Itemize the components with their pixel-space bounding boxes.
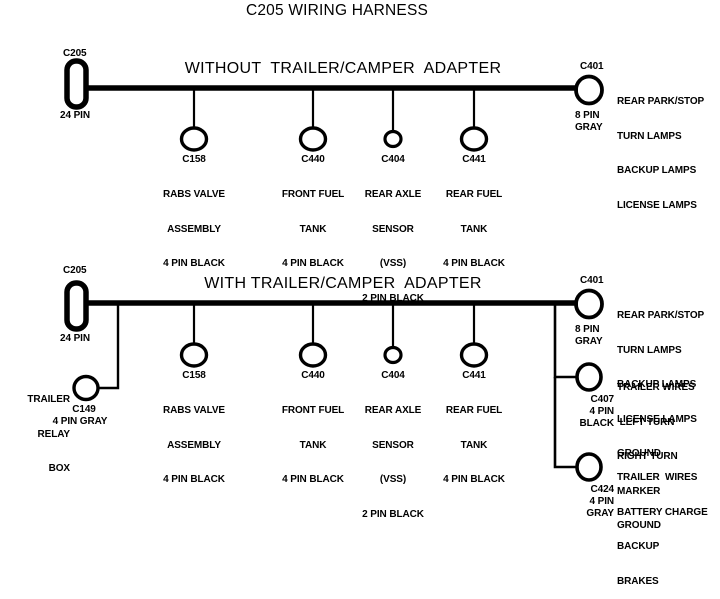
connector-c407-id: C407 <box>590 394 614 405</box>
connector-c404-top-desc-line-1: REAR AXLE <box>364 189 422 200</box>
section-heading-without-adapter: WITHOUT TRAILER/CAMPER ADAPTER <box>184 60 502 77</box>
connector-c441-bottom-id: C441 <box>462 370 486 381</box>
connector-c401-bottom-circle <box>574 288 604 320</box>
connector-c404-bottom-desc-line-4: 2 PIN BLACK <box>362 508 424 520</box>
branch-line-c424 <box>553 377 577 469</box>
connector-c158-bottom-desc-line-3: 4 PIN BLACK <box>163 474 225 485</box>
connector-c440-top-id: C440 <box>301 154 325 165</box>
connector-c441-top-desc-line-1: REAR FUEL <box>445 189 503 200</box>
connector-c158-top-desc: RABS VALVE ASSEMBLY 4 PIN BLACK <box>163 166 225 281</box>
connector-c401-top-functions: REAR PARK/STOP TURN LAMPS BACKUP LAMPS L… <box>617 73 704 223</box>
connector-c440-top-desc-line-1: FRONT FUEL <box>281 189 345 200</box>
connector-c401-bottom-pins: 8 PIN <box>575 324 600 335</box>
connector-c149-spec: 4 PIN GRAY <box>52 416 108 427</box>
connector-c440-bottom-desc-line-1: FRONT FUEL <box>281 405 345 416</box>
connector-c441-bottom-circle <box>459 342 489 368</box>
connector-c404-bottom-desc: REAR AXLE SENSOR (VSS) 2 PIN BLACK <box>362 382 424 532</box>
connector-c440-top-circle <box>298 126 328 152</box>
connector-c440-bottom-desc: FRONT FUEL TANK 4 PIN BLACK <box>282 382 344 497</box>
connector-c401-top-function-4: LICENSE LAMPS <box>617 199 697 211</box>
connector-c441-bottom-desc: REAR FUEL TANK 4 PIN BLACK <box>443 382 505 497</box>
connector-c424-function-4: BRAKES <box>617 575 659 587</box>
connector-c440-bottom-desc-line-3: 4 PIN BLACK <box>282 474 344 485</box>
connector-c158-bottom-circle <box>179 342 209 368</box>
connector-c404-top-desc-line-4: 2 PIN BLACK <box>362 292 424 304</box>
connector-c441-bottom-desc-line-2: TANK <box>460 439 488 451</box>
connector-c401-top-function-1: REAR PARK/STOP <box>617 96 705 107</box>
connector-c440-top-desc: FRONT FUEL TANK 4 PIN BLACK <box>282 166 344 281</box>
connector-c441-bottom-desc-line-1: REAR FUEL <box>445 405 503 416</box>
connector-c404-bottom-desc-line-1: REAR AXLE <box>364 405 422 416</box>
trailer-relay-box-label: TRAILER RELAY BOX <box>27 371 70 486</box>
connector-c440-top-desc-line-3: 4 PIN BLACK <box>282 258 344 269</box>
connector-c158-bottom-desc: RABS VALVE ASSEMBLY 4 PIN BLACK <box>163 382 225 497</box>
connector-c424-function-3: BACKUP <box>617 541 660 552</box>
connector-c158-bottom-desc-line-1: RABS VALVE <box>163 405 225 416</box>
connector-c441-top-circle <box>459 126 489 152</box>
connector-c440-bottom-circle <box>298 342 328 368</box>
trailer-relay-box-line-2: RELAY <box>37 428 71 440</box>
connector-c424-function-2: BATTERY CHARGE <box>617 506 708 518</box>
connector-c401-top-pins: 8 PIN <box>575 110 600 121</box>
trailer-relay-box-line-3: BOX <box>48 463 70 474</box>
connector-c205-top-id: C205 <box>63 48 87 59</box>
connector-c401-top-function-3: BACKUP LAMPS <box>617 165 697 176</box>
connector-c440-bottom-desc-line-2: TANK <box>299 439 327 451</box>
connector-c404-bottom-circle <box>383 345 403 365</box>
connector-c158-top-desc-line-1: RABS VALVE <box>163 189 225 200</box>
page-title: C205 WIRING HARNESS <box>245 2 429 19</box>
connector-c401-bottom-function-2: TURN LAMPS <box>617 344 682 356</box>
connector-c404-bottom-id: C404 <box>381 370 405 381</box>
branch-line-c149 <box>98 303 120 390</box>
connector-c401-top-id: C401 <box>580 61 604 72</box>
branch-line-c407 <box>553 303 577 379</box>
connector-c404-top-desc-line-2: SENSOR <box>372 223 414 235</box>
connector-c401-top-color: GRAY <box>575 122 603 133</box>
connector-c407-function-2: LEFT TURN <box>617 416 675 428</box>
connector-c440-top-desc-line-2: TANK <box>299 223 327 235</box>
connector-c441-top-desc-line-2: TANK <box>460 223 488 235</box>
connector-c401-bottom-id: C401 <box>580 275 604 286</box>
connector-c205-bottom-id: C205 <box>63 265 87 276</box>
connector-c158-top-desc-line-3: 4 PIN BLACK <box>163 258 225 269</box>
connector-c407-function-1: TRAILER WIRES <box>617 382 695 393</box>
connector-c441-top-desc-line-3: 4 PIN BLACK <box>443 258 505 269</box>
connector-c424-functions: TRAILER WIRES BATTERY CHARGE BACKUP BRAK… <box>617 449 708 599</box>
connector-c205-top-pins: 24 PIN <box>60 110 90 121</box>
trailer-relay-box-line-1: TRAILER <box>27 394 70 405</box>
connector-c441-top-id: C441 <box>462 154 486 165</box>
connector-c424-id: C424 <box>590 484 614 495</box>
connector-c158-bottom-desc-line-2: ASSEMBLY <box>167 439 221 451</box>
connector-c401-bottom-function-1: REAR PARK/STOP <box>617 310 705 321</box>
connector-c404-top-desc-line-3: (VSS) <box>379 258 407 269</box>
connector-c404-bottom-desc-line-3: (VSS) <box>379 474 407 485</box>
connector-c404-top-id: C404 <box>381 154 405 165</box>
connector-c205-top-body <box>64 58 89 110</box>
connector-c424-pins: 4 PIN <box>589 496 614 507</box>
connector-c401-top-circle <box>574 74 604 106</box>
connector-c441-bottom-desc-line-3: 4 PIN BLACK <box>443 474 505 485</box>
connector-c158-top-desc-line-2: ASSEMBLY <box>167 223 221 235</box>
connector-c407-pins: 4 PIN <box>589 406 614 417</box>
connector-c149-id: C149 <box>72 404 96 415</box>
connector-c407-color: BLACK <box>579 418 615 429</box>
connector-c158-top-id: C158 <box>182 154 206 165</box>
connector-c404-top-circle <box>383 129 403 149</box>
connector-c158-top-circle <box>179 126 209 152</box>
connector-c158-bottom-id: C158 <box>182 370 206 381</box>
connector-c441-top-desc: REAR FUEL TANK 4 PIN BLACK <box>443 166 505 281</box>
connector-c401-top-function-2: TURN LAMPS <box>617 130 682 142</box>
connector-c404-top-desc: REAR AXLE SENSOR (VSS) 2 PIN BLACK <box>362 166 424 316</box>
connector-c424-function-1: TRAILER WIRES <box>617 472 698 483</box>
section-heading-with-adapter: WITH TRAILER/CAMPER ADAPTER <box>204 275 482 292</box>
connector-c404-bottom-desc-line-2: SENSOR <box>372 439 414 451</box>
connector-c440-bottom-id: C440 <box>301 370 325 381</box>
connector-c424-circle <box>575 452 603 482</box>
connector-c205-bottom-body <box>64 280 89 332</box>
connector-c424-color: GRAY <box>586 508 614 519</box>
connector-c149-circle <box>72 374 100 402</box>
connector-c407-circle <box>575 362 603 392</box>
connector-c205-bottom-pins: 24 PIN <box>60 333 90 344</box>
connector-c401-bottom-color: GRAY <box>575 336 603 347</box>
